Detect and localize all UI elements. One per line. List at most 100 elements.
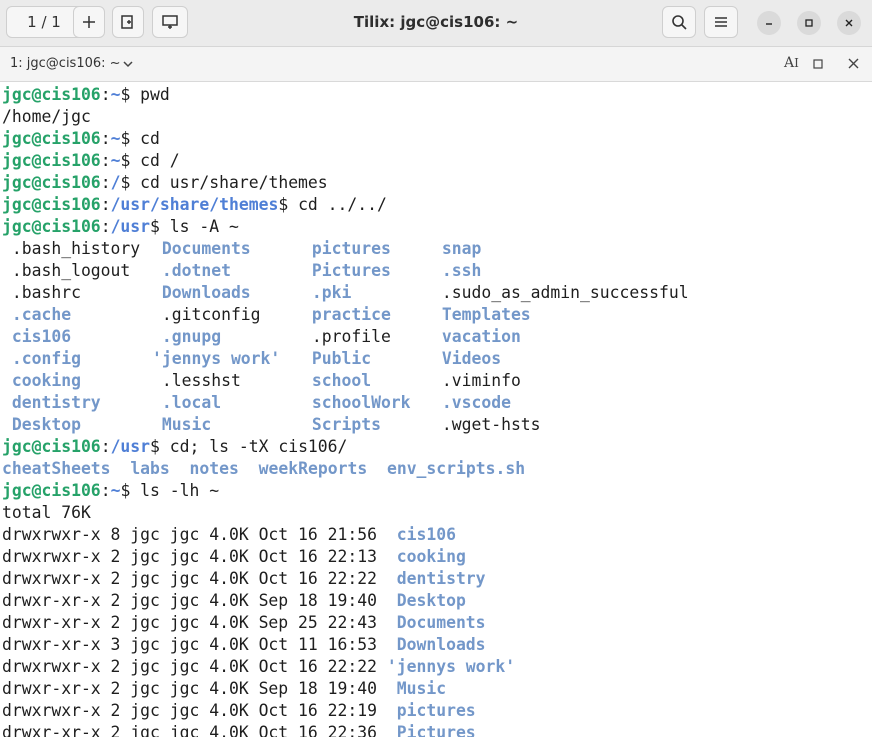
directory-entry: cheatSheets: [2, 459, 111, 478]
terminal-text: drwxr-xr-x 2 jgc jgc 4.0K Sep 18 19:40: [2, 679, 397, 698]
terminal-line: .bash_logout .dotnet Pictures .ssh: [2, 260, 870, 282]
ls-entry: vacation: [432, 327, 521, 346]
terminal-text: $ cd usr/share/themes: [120, 173, 328, 192]
terminal-text: drwxrwxr-x 2 jgc jgc 4.0K Oct 16 22:13: [2, 547, 397, 566]
terminal-text: $ cd ../../: [278, 195, 387, 214]
ls-entry: cis106: [2, 327, 72, 346]
minimize-button[interactable]: [757, 11, 781, 35]
terminal-line: .cache .gitconfig practice Templates: [2, 304, 870, 326]
prompt-user: jgc@cis106: [2, 85, 101, 104]
terminal-text: $ cd; ls -tX cis106/: [150, 437, 348, 456]
terminal-line: .bash_history Documents pictures snap: [2, 238, 870, 260]
terminal-text: :: [100, 85, 111, 104]
prompt-user: jgc@cis106: [2, 129, 101, 148]
directory-entry: Documents: [396, 613, 486, 632]
maximize-icon: [805, 19, 813, 27]
terminal-text: $ ls -A ~: [150, 217, 239, 236]
close-icon[interactable]: [848, 58, 859, 73]
terminal-text: :: [100, 151, 111, 170]
terminal-text: :: [100, 481, 111, 500]
ls-entry: Videos: [432, 349, 502, 368]
search-icon: [672, 15, 687, 30]
ls-entry: .pki: [302, 283, 352, 302]
terminal-line: cis106 .gnupg .profile vacation: [2, 326, 870, 348]
directory-entry: Music: [396, 679, 447, 698]
ls-entry: .bashrc: [2, 283, 81, 302]
terminal-text: drwxr-xr-x 2 jgc jgc 4.0K Sep 18 19:40: [2, 591, 397, 610]
prompt-user: jgc@cis106: [2, 437, 101, 456]
terminal-line: jgc@cis106:~$ cd: [2, 128, 870, 150]
terminal-line: Desktop Music Scripts .wget-hsts: [2, 414, 870, 436]
terminal-text: :: [100, 437, 111, 456]
terminal-line: jgc@cis106:~$ cd /: [2, 150, 870, 172]
ls-entry: Desktop: [2, 415, 81, 434]
prompt-user: jgc@cis106: [2, 151, 101, 170]
split-down-icon: [162, 15, 178, 29]
terminal-text: drwxrwxr-x 2 jgc jgc 4.0K Oct 16 22:19: [2, 701, 397, 720]
terminal-output[interactable]: jgc@cis106:~$ pwd/home/jgc jgc@cis106:~$ …: [2, 84, 870, 737]
prompt-user: jgc@cis106: [2, 481, 101, 500]
terminal-text: drwxrwxr-x 8 jgc jgc 4.0K Oct 16 21:56: [2, 525, 397, 544]
terminal-line: jgc@cis106:~$ ls -lh ~: [2, 480, 870, 502]
plus-icon: [83, 16, 95, 28]
ls-entry: Public: [302, 349, 372, 368]
prompt-path: /usr: [110, 437, 151, 456]
search-button[interactable]: [662, 6, 696, 38]
terminal-line: .bashrc Downloads .pki .sudo_as_admin_su…: [2, 282, 870, 304]
directory-entry: Downloads: [396, 635, 486, 654]
terminal-text: :: [100, 217, 111, 236]
ls-entry: .profile: [302, 327, 391, 346]
terminal-line: cooking .lesshst school .viminfo: [2, 370, 870, 392]
terminal-line: /home/jgc: [2, 106, 870, 128]
terminal-line: jgc@cis106:/usr$ ls -A ~: [2, 216, 870, 238]
ls-entry: .dotnet: [152, 261, 231, 280]
ls-entry: .local: [152, 393, 222, 412]
chevron-down-icon[interactable]: [122, 58, 134, 74]
terminal-text: total 76K: [2, 503, 91, 522]
terminal-text: drwxrwxr-x 2 jgc jgc 4.0K Oct 16 22:22: [2, 569, 397, 588]
ls-entry: .config: [2, 349, 81, 368]
ls-entry: .wget-hsts: [432, 415, 541, 434]
directory-entry: Desktop: [396, 591, 466, 610]
ls-entry: practice: [302, 305, 391, 324]
directory-entry: cis106: [396, 525, 456, 544]
ls-entry: 'jennys work': [152, 349, 281, 368]
menu-button[interactable]: [704, 6, 738, 38]
terminal-line: drwxrwxr-x 2 jgc jgc 4.0K Oct 16 22:22 d…: [2, 568, 870, 590]
directory-entry: 'jennys work': [386, 657, 516, 676]
directory-entry: notes: [189, 459, 239, 478]
terminal-line: drwxr-xr-x 2 jgc jgc 4.0K Sep 18 19:40 D…: [2, 590, 870, 612]
prompt-path: ~: [110, 481, 121, 500]
terminal-text: $ cd /: [120, 151, 180, 170]
add-terminal-button[interactable]: [73, 6, 105, 38]
directory-entry: pictures: [396, 701, 476, 720]
maximize-button[interactable]: [797, 11, 821, 35]
ls-entry: .lesshst: [152, 371, 241, 390]
ls-entry: pictures: [302, 239, 391, 258]
terminal-line: jgc@cis106:/usr$ cd; ls -tX cis106/: [2, 436, 870, 458]
terminal-line: cheatSheets labs notes weekReports env_s…: [2, 458, 870, 480]
ls-entry: .gnupg: [152, 327, 222, 346]
terminal-line: drwxrwxr-x 2 jgc jgc 4.0K Oct 16 22:19 p…: [2, 700, 870, 722]
directory-entry: cooking: [396, 547, 466, 566]
directory-entry: weekReports: [258, 459, 368, 478]
ls-entry: .bash_history: [2, 239, 141, 258]
terminal-tab-title[interactable]: 1: jgc@cis106: ~: [10, 56, 121, 71]
terminal-text: $ pwd: [120, 85, 170, 104]
terminal-text: drwxr-xr-x 2 jgc jgc 4.0K Oct 16 22:36: [2, 723, 397, 737]
prompt-path: ~: [110, 85, 121, 104]
maximize-icon[interactable]: [813, 58, 823, 73]
add-terminal-right-button[interactable]: [112, 6, 144, 38]
close-button[interactable]: [837, 11, 861, 35]
prompt-path: /usr: [110, 217, 151, 236]
ls-entry: .bash_logout: [2, 261, 131, 280]
terminal-text: :: [100, 195, 111, 214]
terminal-line: jgc@cis106:/usr/share/themes$ cd ../../: [2, 194, 870, 216]
directory-entry: Pictures: [396, 723, 476, 737]
text-cursor-icon[interactable]: AI: [784, 55, 799, 71]
session-counter[interactable]: 1 / 1: [16, 7, 72, 37]
add-terminal-down-button[interactable]: [152, 6, 188, 38]
split-right-icon: [121, 15, 133, 29]
